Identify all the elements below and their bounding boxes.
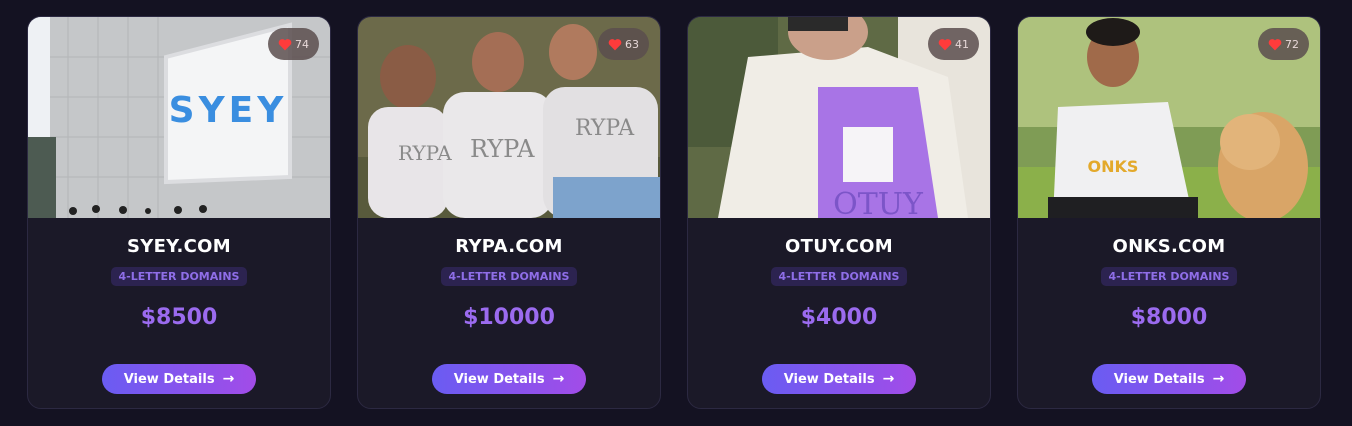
like-badge[interactable]: 41 xyxy=(928,28,979,60)
view-details-label: View Details xyxy=(1113,371,1205,387)
domain-price: $8000 xyxy=(1130,305,1208,330)
like-badge[interactable]: 72 xyxy=(1258,28,1309,60)
domain-image[interactable]: ONKS 72 xyxy=(1018,17,1320,218)
like-count: 63 xyxy=(625,37,639,51)
svg-text:RYPA: RYPA xyxy=(470,135,535,163)
domain-name: SYEY.COM xyxy=(126,236,231,257)
arrow-right-icon: → xyxy=(222,371,235,387)
like-count: 74 xyxy=(295,37,309,51)
arrow-right-icon: → xyxy=(1212,371,1225,387)
domain-card[interactable]: RYPA RYPA RYPA 63 RYPA.COM 4-LETTER DOMA… xyxy=(357,16,661,409)
domain-card[interactable]: OTUY 41 OTUY.COM 4-LETTER DOMAINS $4000 … xyxy=(687,16,991,409)
domain-card-grid: SYEY 74 SYEY.COM 4-LETTER DOMAINS $8500 … xyxy=(0,0,1352,426)
like-count: 41 xyxy=(955,37,969,51)
domain-name: OTUY.COM xyxy=(785,236,893,257)
domain-name: ONKS.COM xyxy=(1112,236,1226,257)
domain-image[interactable]: OTUY 41 xyxy=(688,17,990,218)
like-badge[interactable]: 63 xyxy=(598,28,649,60)
svg-text:ONKS: ONKS xyxy=(1088,157,1139,176)
view-details-label: View Details xyxy=(123,371,215,387)
like-count: 72 xyxy=(1285,37,1299,51)
view-details-label: View Details xyxy=(453,371,545,387)
view-details-button[interactable]: View Details → xyxy=(1092,364,1246,394)
view-details-label: View Details xyxy=(783,371,875,387)
category-tag[interactable]: 4-LETTER DOMAINS xyxy=(440,267,578,286)
domain-price: $10000 xyxy=(463,305,555,330)
category-tag[interactable]: 4-LETTER DOMAINS xyxy=(110,267,248,286)
arrow-right-icon: → xyxy=(552,371,565,387)
heart-icon xyxy=(1268,38,1282,50)
view-details-button[interactable]: View Details → xyxy=(432,364,586,394)
heart-icon xyxy=(608,38,622,50)
domain-price: $4000 xyxy=(800,305,878,330)
heart-icon xyxy=(278,38,292,50)
svg-text:RYPA: RYPA xyxy=(575,116,635,141)
domain-price: $8500 xyxy=(140,305,218,330)
category-tag[interactable]: 4-LETTER DOMAINS xyxy=(770,267,908,286)
domain-card[interactable]: ONKS 72 ONKS.COM 4-LETTER DOMAINS $8000 … xyxy=(1017,16,1321,409)
view-details-button[interactable]: View Details → xyxy=(762,364,916,394)
domain-card[interactable]: SYEY 74 SYEY.COM 4-LETTER DOMAINS $8500 … xyxy=(27,16,331,409)
heart-icon xyxy=(938,38,952,50)
svg-text:OTUY: OTUY xyxy=(833,187,924,218)
category-tag[interactable]: 4-LETTER DOMAINS xyxy=(1100,267,1238,286)
domain-name: RYPA.COM xyxy=(455,236,563,257)
arrow-right-icon: → xyxy=(882,371,895,387)
like-badge[interactable]: 74 xyxy=(268,28,319,60)
svg-text:RYPA: RYPA xyxy=(398,141,452,165)
svg-text:SYEY: SYEY xyxy=(169,90,288,131)
domain-image[interactable]: RYPA RYPA RYPA 63 xyxy=(358,17,660,218)
view-details-button[interactable]: View Details → xyxy=(102,364,256,394)
domain-image[interactable]: SYEY 74 xyxy=(28,17,330,218)
